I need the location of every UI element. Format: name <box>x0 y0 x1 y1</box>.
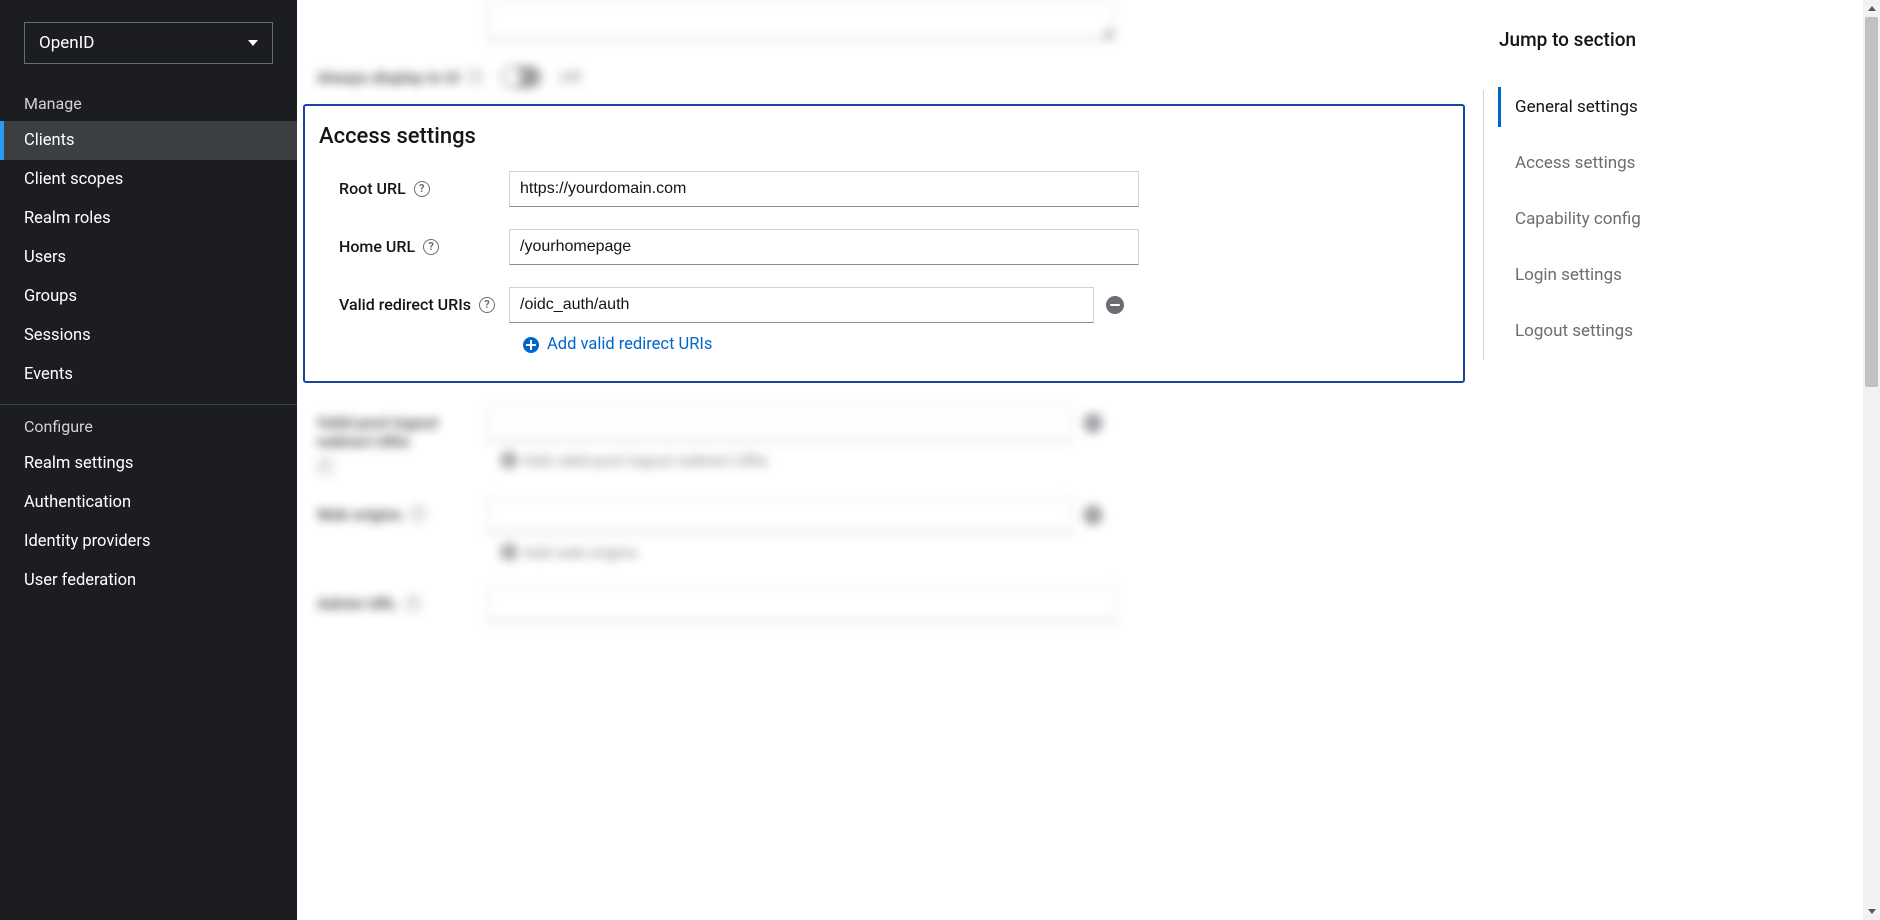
valid-redirect-label: Valid redirect URIs <box>339 295 471 314</box>
sidebar-item-realm-roles[interactable]: Realm roles <box>0 199 297 238</box>
add-post-logout-label: Add valid post logout redirect URIs <box>523 451 768 470</box>
remove-post-logout-button[interactable] <box>1084 414 1102 432</box>
root-url-label: Root URL <box>339 179 406 198</box>
help-icon[interactable]: ? <box>479 297 495 313</box>
scroll-up-arrow-icon[interactable] <box>1863 0 1880 17</box>
help-icon: ? <box>410 506 426 522</box>
add-web-origins-label: Add web origins <box>523 543 637 562</box>
scroll-down-arrow-icon[interactable] <box>1863 903 1880 920</box>
plus-circle-icon <box>523 337 539 353</box>
sidebar-item-client-scopes[interactable]: Client scopes <box>0 160 297 199</box>
main-content: Always display in UI ? Off Access settin… <box>297 0 1483 920</box>
jump-to-section-panel: Jump to section General settings Access … <box>1483 0 1863 920</box>
admin-url-input[interactable] <box>487 586 1117 622</box>
sidebar-item-identity-providers[interactable]: Identity providers <box>0 522 297 561</box>
jump-link-general-settings[interactable]: General settings <box>1499 79 1833 135</box>
plus-circle-icon <box>501 544 517 560</box>
jump-to-section-title: Jump to section <box>1499 28 1833 51</box>
always-display-label: Always display in UI <box>317 68 459 87</box>
add-post-logout-link[interactable]: Add valid post logout redirect URIs <box>501 451 768 470</box>
help-icon: ? <box>405 596 421 612</box>
jump-link-capability-config[interactable]: Capability config <box>1499 191 1833 247</box>
blurred-above: Always display in UI ? Off <box>297 0 1483 88</box>
always-display-toggle[interactable] <box>501 66 541 88</box>
help-icon: ? <box>467 69 483 85</box>
web-origins-label: Web origins <box>317 505 402 524</box>
add-valid-redirect-link[interactable]: Add valid redirect URIs <box>523 335 712 354</box>
admin-url-label: Admin URL <box>317 594 397 613</box>
access-settings-title: Access settings <box>319 124 1449 149</box>
home-url-label: Home URL <box>339 237 415 256</box>
plus-circle-icon <box>501 452 517 468</box>
jump-link-login-settings[interactable]: Login settings <box>1499 247 1833 303</box>
blurred-below: Valid post logout redirect URIs ? Add va… <box>297 405 1483 623</box>
add-valid-redirect-label: Add valid redirect URIs <box>547 335 712 354</box>
add-web-origins-link[interactable]: Add web origins <box>501 543 637 562</box>
remove-redirect-button[interactable] <box>1106 296 1124 314</box>
sidebar-item-realm-settings[interactable]: Realm settings <box>0 444 297 483</box>
vertical-scrollbar[interactable] <box>1863 0 1880 920</box>
post-logout-input[interactable] <box>487 405 1072 441</box>
root-url-input[interactable] <box>509 171 1139 207</box>
sidebar: OpenID Manage Clients Client scopes Real… <box>0 0 297 920</box>
nav-section-configure: Configure <box>0 405 297 444</box>
valid-redirect-input[interactable] <box>509 287 1094 323</box>
sidebar-item-sessions[interactable]: Sessions <box>0 316 297 355</box>
sidebar-item-users[interactable]: Users <box>0 238 297 277</box>
sidebar-item-user-federation[interactable]: User federation <box>0 561 297 600</box>
web-origins-input[interactable] <box>487 497 1072 533</box>
sidebar-item-clients[interactable]: Clients <box>0 121 297 160</box>
sidebar-item-events[interactable]: Events <box>0 355 297 394</box>
help-icon[interactable]: ? <box>423 239 439 255</box>
chevron-down-icon <box>248 40 258 46</box>
home-url-input[interactable] <box>509 229 1139 265</box>
help-icon: ? <box>317 459 333 475</box>
jump-link-access-settings[interactable]: Access settings <box>1499 135 1833 191</box>
sidebar-item-groups[interactable]: Groups <box>0 277 297 316</box>
nav-section-manage: Manage <box>0 82 297 121</box>
post-logout-label: Valid post logout redirect URIs <box>317 413 487 451</box>
jump-link-logout-settings[interactable]: Logout settings <box>1499 303 1833 359</box>
toggle-off-label: Off <box>559 68 581 87</box>
remove-web-origin-button[interactable] <box>1084 506 1102 524</box>
scroll-thumb[interactable] <box>1865 17 1878 387</box>
help-icon[interactable]: ? <box>414 181 430 197</box>
access-settings-card: Access settings Root URL ? Home URL ? <box>303 104 1465 383</box>
realm-selector-label: OpenID <box>39 33 94 53</box>
realm-selector[interactable]: OpenID <box>24 22 273 64</box>
sidebar-item-authentication[interactable]: Authentication <box>0 483 297 522</box>
